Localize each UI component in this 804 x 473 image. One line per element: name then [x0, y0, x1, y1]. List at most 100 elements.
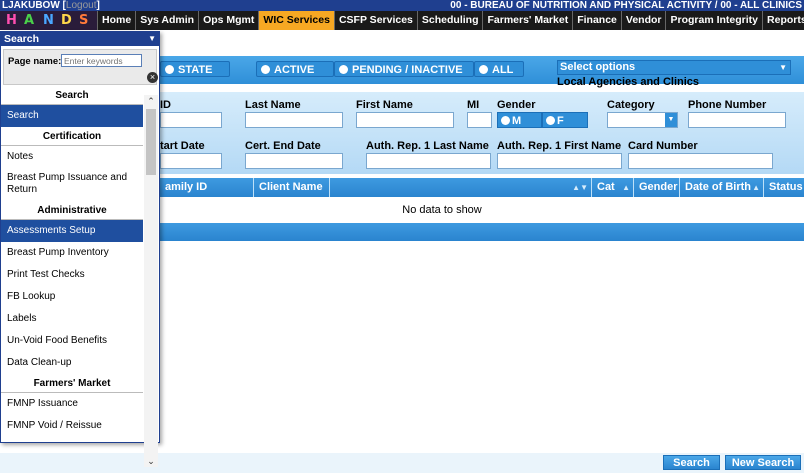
list-item[interactable]: Search — [1, 105, 143, 127]
list-item[interactable]: FMNP Issuance — [1, 393, 143, 415]
radio-dot-icon — [479, 65, 488, 74]
logo-letter: A — [24, 13, 35, 28]
hands-logo: H A N D S — [0, 11, 97, 30]
gender-m-label: M — [512, 115, 522, 127]
scroll-thumb[interactable] — [146, 109, 156, 175]
username-bracket: ] — [96, 0, 100, 11]
list-section-header: Search — [1, 86, 143, 105]
page-name-input[interactable] — [61, 54, 142, 67]
panel-header[interactable]: Search ▼ — [1, 32, 159, 46]
nav-item-scheduling[interactable]: Scheduling — [416, 11, 483, 30]
nav-items: Home Sys Admin Ops Mgmt WIC Services CSFP Se… — [97, 11, 804, 30]
list-section-header: Administrative — [1, 201, 143, 220]
scope-active-label: ACTIVE — [274, 64, 315, 76]
col-status[interactable]: Status — [764, 178, 804, 197]
list-item[interactable]: Breast Pump Inventory — [1, 242, 143, 264]
panel-scrollbar[interactable]: ⌃ ⌄ — [144, 95, 158, 467]
first-name-input[interactable] — [356, 112, 454, 128]
chevron-up-icon[interactable]: ⌃ — [144, 95, 158, 107]
gender-f-label: F — [557, 115, 564, 127]
category-select[interactable]: ▼ — [607, 112, 678, 128]
last-name-input[interactable] — [245, 112, 343, 128]
scope-all-label: ALL — [492, 64, 514, 76]
col-cat-label: Cat — [597, 181, 615, 193]
id-label: ID — [160, 99, 171, 111]
list-item[interactable]: Breast Pump Issuance and Return — [1, 168, 143, 201]
cert-end-input[interactable] — [245, 153, 343, 169]
radio-dot-icon — [165, 65, 174, 74]
nav-item-program-integrity[interactable]: Program Integrity — [665, 11, 762, 30]
list-item[interactable]: FB Lookup — [1, 286, 143, 308]
radio-dot-icon — [546, 116, 555, 125]
nav-item-csfp-services[interactable]: CSFP Services — [333, 11, 417, 30]
agencies-select[interactable]: Select options ▼ — [557, 60, 791, 75]
auth-rep-first-label: Auth. Rep. 1 First Name — [497, 140, 622, 152]
col-family-id[interactable]: amily ID — [160, 178, 254, 197]
logo-letter: S — [79, 13, 89, 28]
col-client-name[interactable]: Client Name — [254, 178, 330, 197]
agencies-label: Local Agencies and Clinics — [557, 76, 700, 88]
list-item[interactable]: Print Test Checks — [1, 264, 143, 286]
sort-icon[interactable]: ▲▼ — [572, 178, 588, 197]
logo-letter: H — [6, 13, 17, 28]
page-list: Search Search Certification Notes Breast Pum… — [1, 86, 143, 444]
list-item[interactable]: FMNP Void / Reissue — [1, 415, 143, 437]
list-item[interactable]: Notes — [1, 146, 143, 168]
scope-all-radio[interactable]: ALL — [474, 61, 524, 77]
start-date-input[interactable] — [160, 153, 222, 169]
col-cat[interactable]: Cat ▲ — [592, 178, 634, 197]
nav-item-ops-mgmt[interactable]: Ops Mgmt — [198, 11, 258, 30]
logout-link[interactable]: Logout — [66, 0, 97, 11]
auth-rep-last-input[interactable] — [366, 153, 491, 169]
no-data-message: No data to show — [402, 204, 482, 216]
chevron-down-icon[interactable]: ▼ — [148, 32, 156, 46]
nav-item-finance[interactable]: Finance — [572, 11, 621, 30]
nav-item-sys-admin[interactable]: Sys Admin — [135, 11, 198, 30]
category-label: Category — [607, 99, 655, 111]
clear-icon[interactable]: × — [147, 72, 158, 83]
gender-label: Gender — [497, 99, 536, 111]
app-root: LJAKUBOW [Logout] 00 - BUREAU OF NUTRITI… — [0, 0, 804, 473]
card-number-label: Card Number — [628, 140, 698, 152]
gender-f-radio[interactable]: F — [542, 112, 588, 128]
nav-item-reports[interactable]: Reports — [762, 11, 804, 30]
scope-state-label: STATE — [178, 64, 213, 76]
col-dob[interactable]: Date of Birth ▲ — [680, 178, 764, 197]
phone-input[interactable] — [688, 112, 786, 128]
top-bar: LJAKUBOW [Logout] 00 - BUREAU OF NUTRITI… — [0, 0, 804, 11]
nav-item-vendor[interactable]: Vendor — [620, 11, 666, 30]
radio-dot-icon — [261, 65, 270, 74]
scope-state-radio[interactable]: STATE — [160, 61, 230, 77]
list-item[interactable]: Assessments Setup — [1, 220, 143, 242]
logo-letter: N — [43, 13, 54, 28]
nav-item-wic-services[interactable]: WIC Services — [258, 11, 334, 30]
id-input[interactable] — [160, 112, 222, 128]
last-name-label: Last Name — [245, 99, 301, 111]
list-section-header: Certification — [1, 127, 143, 146]
nav-item-home[interactable]: Home — [97, 11, 135, 30]
first-name-label: First Name — [356, 99, 413, 111]
new-search-button[interactable]: New Search — [725, 455, 801, 470]
agencies-select-label: Select options — [560, 61, 636, 73]
main-nav: H A N D S Home Sys Admin Ops Mgmt WIC Servi… — [0, 11, 804, 30]
list-item[interactable]: Data Clean-up — [1, 352, 143, 374]
mi-input[interactable] — [467, 112, 492, 128]
auth-rep-first-input[interactable] — [497, 153, 622, 169]
scope-pending-radio[interactable]: PENDING / INACTIVE — [334, 61, 474, 77]
chevron-down-icon[interactable]: ⌄ — [144, 455, 158, 467]
card-number-input[interactable] — [628, 153, 773, 169]
scope-active-radio[interactable]: ACTIVE — [256, 61, 334, 77]
list-item[interactable]: Labels — [1, 308, 143, 330]
chevron-down-icon: ▼ — [779, 63, 787, 72]
gender-m-radio[interactable]: M — [497, 112, 542, 128]
list-item[interactable]: Un-Void Food Benefits — [1, 330, 143, 352]
nav-item-farmers-market[interactable]: Farmers' Market — [482, 11, 572, 30]
col-status-label: Status — [769, 181, 803, 193]
phone-label: Phone Number — [688, 99, 767, 111]
username: LJAKUBOW [ — [2, 0, 66, 11]
col-gender[interactable]: Gender — [634, 178, 680, 197]
logo-letter: D — [61, 13, 72, 28]
panel-title: Search — [4, 33, 40, 45]
search-button[interactable]: Search — [663, 455, 720, 470]
radio-dot-icon — [339, 65, 348, 74]
